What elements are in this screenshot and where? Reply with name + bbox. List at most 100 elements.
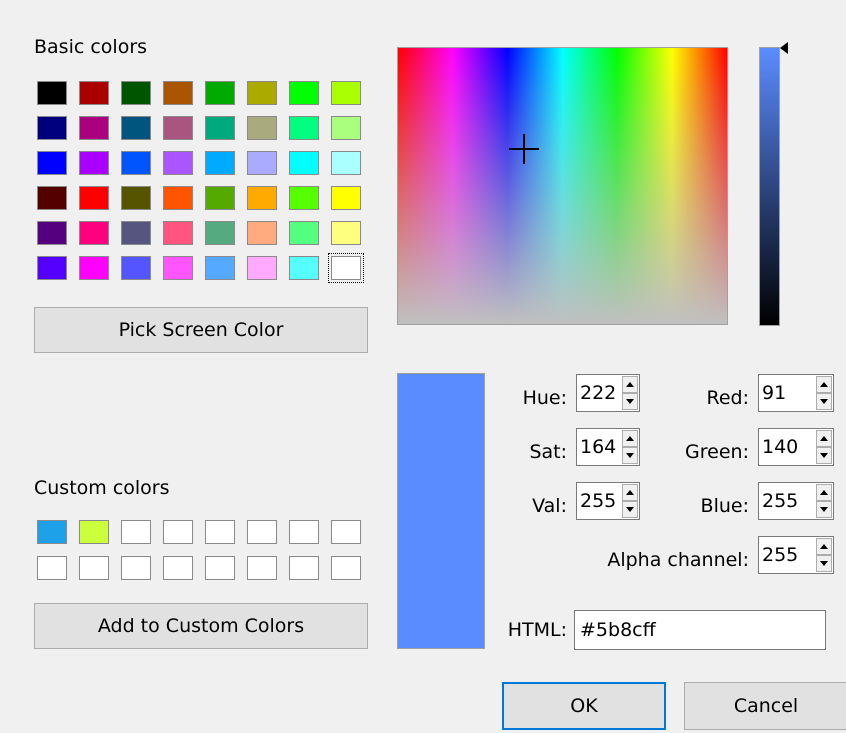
basic-color-swatch[interactable] <box>163 186 193 210</box>
alpha-up-arrow-icon[interactable] <box>816 538 832 555</box>
basic-color-swatch[interactable] <box>163 81 193 105</box>
green-up-arrow-icon[interactable] <box>816 430 832 447</box>
alpha-channel-spinbox[interactable]: 255 <box>758 536 834 574</box>
basic-color-swatch[interactable] <box>121 81 151 105</box>
basic-color-swatch[interactable] <box>121 256 151 280</box>
basic-color-swatch[interactable] <box>247 116 277 140</box>
basic-color-swatch[interactable] <box>331 186 361 210</box>
val-down-arrow-icon[interactable] <box>622 501 638 518</box>
blue-down-arrow-icon[interactable] <box>816 501 832 518</box>
custom-color-swatch[interactable] <box>289 556 319 580</box>
basic-color-swatch[interactable] <box>247 151 277 175</box>
basic-color-swatch[interactable] <box>163 221 193 245</box>
basic-color-swatch[interactable] <box>79 81 109 105</box>
basic-color-swatch[interactable] <box>79 186 109 210</box>
html-color-input[interactable]: #5b8cff <box>574 610 826 650</box>
basic-color-swatch[interactable] <box>121 151 151 175</box>
basic-color-swatch[interactable] <box>205 151 235 175</box>
basic-color-swatch[interactable] <box>37 256 67 280</box>
alpha-channel-label: Alpha channel: <box>607 549 749 571</box>
custom-color-swatch[interactable] <box>163 520 193 544</box>
custom-color-swatch[interactable] <box>121 520 151 544</box>
basic-color-swatch[interactable] <box>37 81 67 105</box>
add-to-custom-colors-button[interactable]: Add to Custom Colors <box>34 603 368 649</box>
cancel-button[interactable]: Cancel <box>684 682 846 730</box>
hue-up-arrow-icon[interactable] <box>622 376 638 393</box>
basic-color-swatch[interactable] <box>247 221 277 245</box>
custom-color-swatch[interactable] <box>247 556 277 580</box>
custom-color-swatch[interactable] <box>121 556 151 580</box>
alpha-down-arrow-icon[interactable] <box>816 555 832 572</box>
basic-color-swatch[interactable] <box>121 116 151 140</box>
blue-label: Blue: <box>700 495 749 517</box>
basic-color-swatch[interactable] <box>247 81 277 105</box>
blue-up-arrow-icon[interactable] <box>816 484 832 501</box>
custom-color-swatch[interactable] <box>247 520 277 544</box>
basic-color-swatch[interactable] <box>79 256 109 280</box>
custom-color-swatch[interactable] <box>37 556 67 580</box>
basic-color-swatch[interactable] <box>331 81 361 105</box>
custom-color-swatch[interactable] <box>79 520 109 544</box>
basic-color-swatch[interactable] <box>331 116 361 140</box>
html-color-value: #5b8cff <box>580 619 656 641</box>
red-down-arrow-icon[interactable] <box>816 393 832 410</box>
hue-saturation-field[interactable] <box>397 47 728 325</box>
basic-color-swatch[interactable] <box>37 221 67 245</box>
red-up-arrow-icon[interactable] <box>816 376 832 393</box>
basic-color-swatch[interactable] <box>289 116 319 140</box>
custom-color-swatch[interactable] <box>331 556 361 580</box>
pick-screen-color-button[interactable]: Pick Screen Color <box>34 307 368 353</box>
basic-color-swatch[interactable] <box>163 256 193 280</box>
basic-color-swatch[interactable] <box>247 256 277 280</box>
custom-color-swatch[interactable] <box>205 556 235 580</box>
green-down-arrow-icon[interactable] <box>816 447 832 464</box>
basic-color-swatch[interactable] <box>289 186 319 210</box>
basic-color-swatch[interactable] <box>37 186 67 210</box>
basic-color-swatch[interactable] <box>163 151 193 175</box>
html-label: HTML: <box>507 619 567 641</box>
value-slider[interactable] <box>759 47 780 326</box>
custom-color-swatch[interactable] <box>205 520 235 544</box>
basic-color-swatch[interactable] <box>79 116 109 140</box>
basic-color-swatch[interactable] <box>37 151 67 175</box>
custom-color-swatch[interactable] <box>79 556 109 580</box>
basic-color-swatch[interactable] <box>121 186 151 210</box>
basic-color-swatch[interactable] <box>121 221 151 245</box>
basic-color-swatch[interactable] <box>289 151 319 175</box>
red-spinbox[interactable]: 91 <box>758 374 834 412</box>
sat-up-arrow-icon[interactable] <box>622 430 638 447</box>
custom-color-swatch[interactable] <box>37 520 67 544</box>
basic-color-swatch[interactable] <box>37 116 67 140</box>
slider-handle-icon[interactable] <box>780 42 790 54</box>
basic-color-swatch[interactable] <box>331 151 361 175</box>
current-color-preview <box>397 373 485 649</box>
custom-color-swatch[interactable] <box>163 556 193 580</box>
hue-spinbox[interactable]: 222 <box>576 374 640 412</box>
basic-color-swatch[interactable] <box>289 256 319 280</box>
basic-color-swatch[interactable] <box>328 253 364 283</box>
basic-color-swatch[interactable] <box>205 221 235 245</box>
custom-color-swatch[interactable] <box>289 520 319 544</box>
basic-color-swatch[interactable] <box>289 81 319 105</box>
val-up-arrow-icon[interactable] <box>622 484 638 501</box>
basic-color-swatch[interactable] <box>331 221 361 245</box>
custom-color-swatch[interactable] <box>331 520 361 544</box>
val-spinbox[interactable]: 255 <box>576 482 640 520</box>
basic-color-swatch[interactable] <box>205 81 235 105</box>
red-label: Red: <box>706 387 750 409</box>
basic-color-swatch[interactable] <box>205 256 235 280</box>
basic-color-swatch[interactable] <box>289 221 319 245</box>
basic-color-swatch[interactable] <box>79 151 109 175</box>
basic-color-swatch[interactable] <box>163 116 193 140</box>
ok-button[interactable]: OK <box>502 682 666 730</box>
basic-color-swatch[interactable] <box>79 221 109 245</box>
basic-color-swatch[interactable] <box>205 116 235 140</box>
basic-color-swatch[interactable] <box>205 186 235 210</box>
crosshair-icon <box>509 134 539 164</box>
blue-spinbox[interactable]: 255 <box>758 482 834 520</box>
basic-color-swatch[interactable] <box>247 186 277 210</box>
hue-down-arrow-icon[interactable] <box>622 393 638 410</box>
green-spinbox[interactable]: 140 <box>758 428 834 466</box>
sat-spinbox[interactable]: 164 <box>576 428 640 466</box>
sat-down-arrow-icon[interactable] <box>622 447 638 464</box>
